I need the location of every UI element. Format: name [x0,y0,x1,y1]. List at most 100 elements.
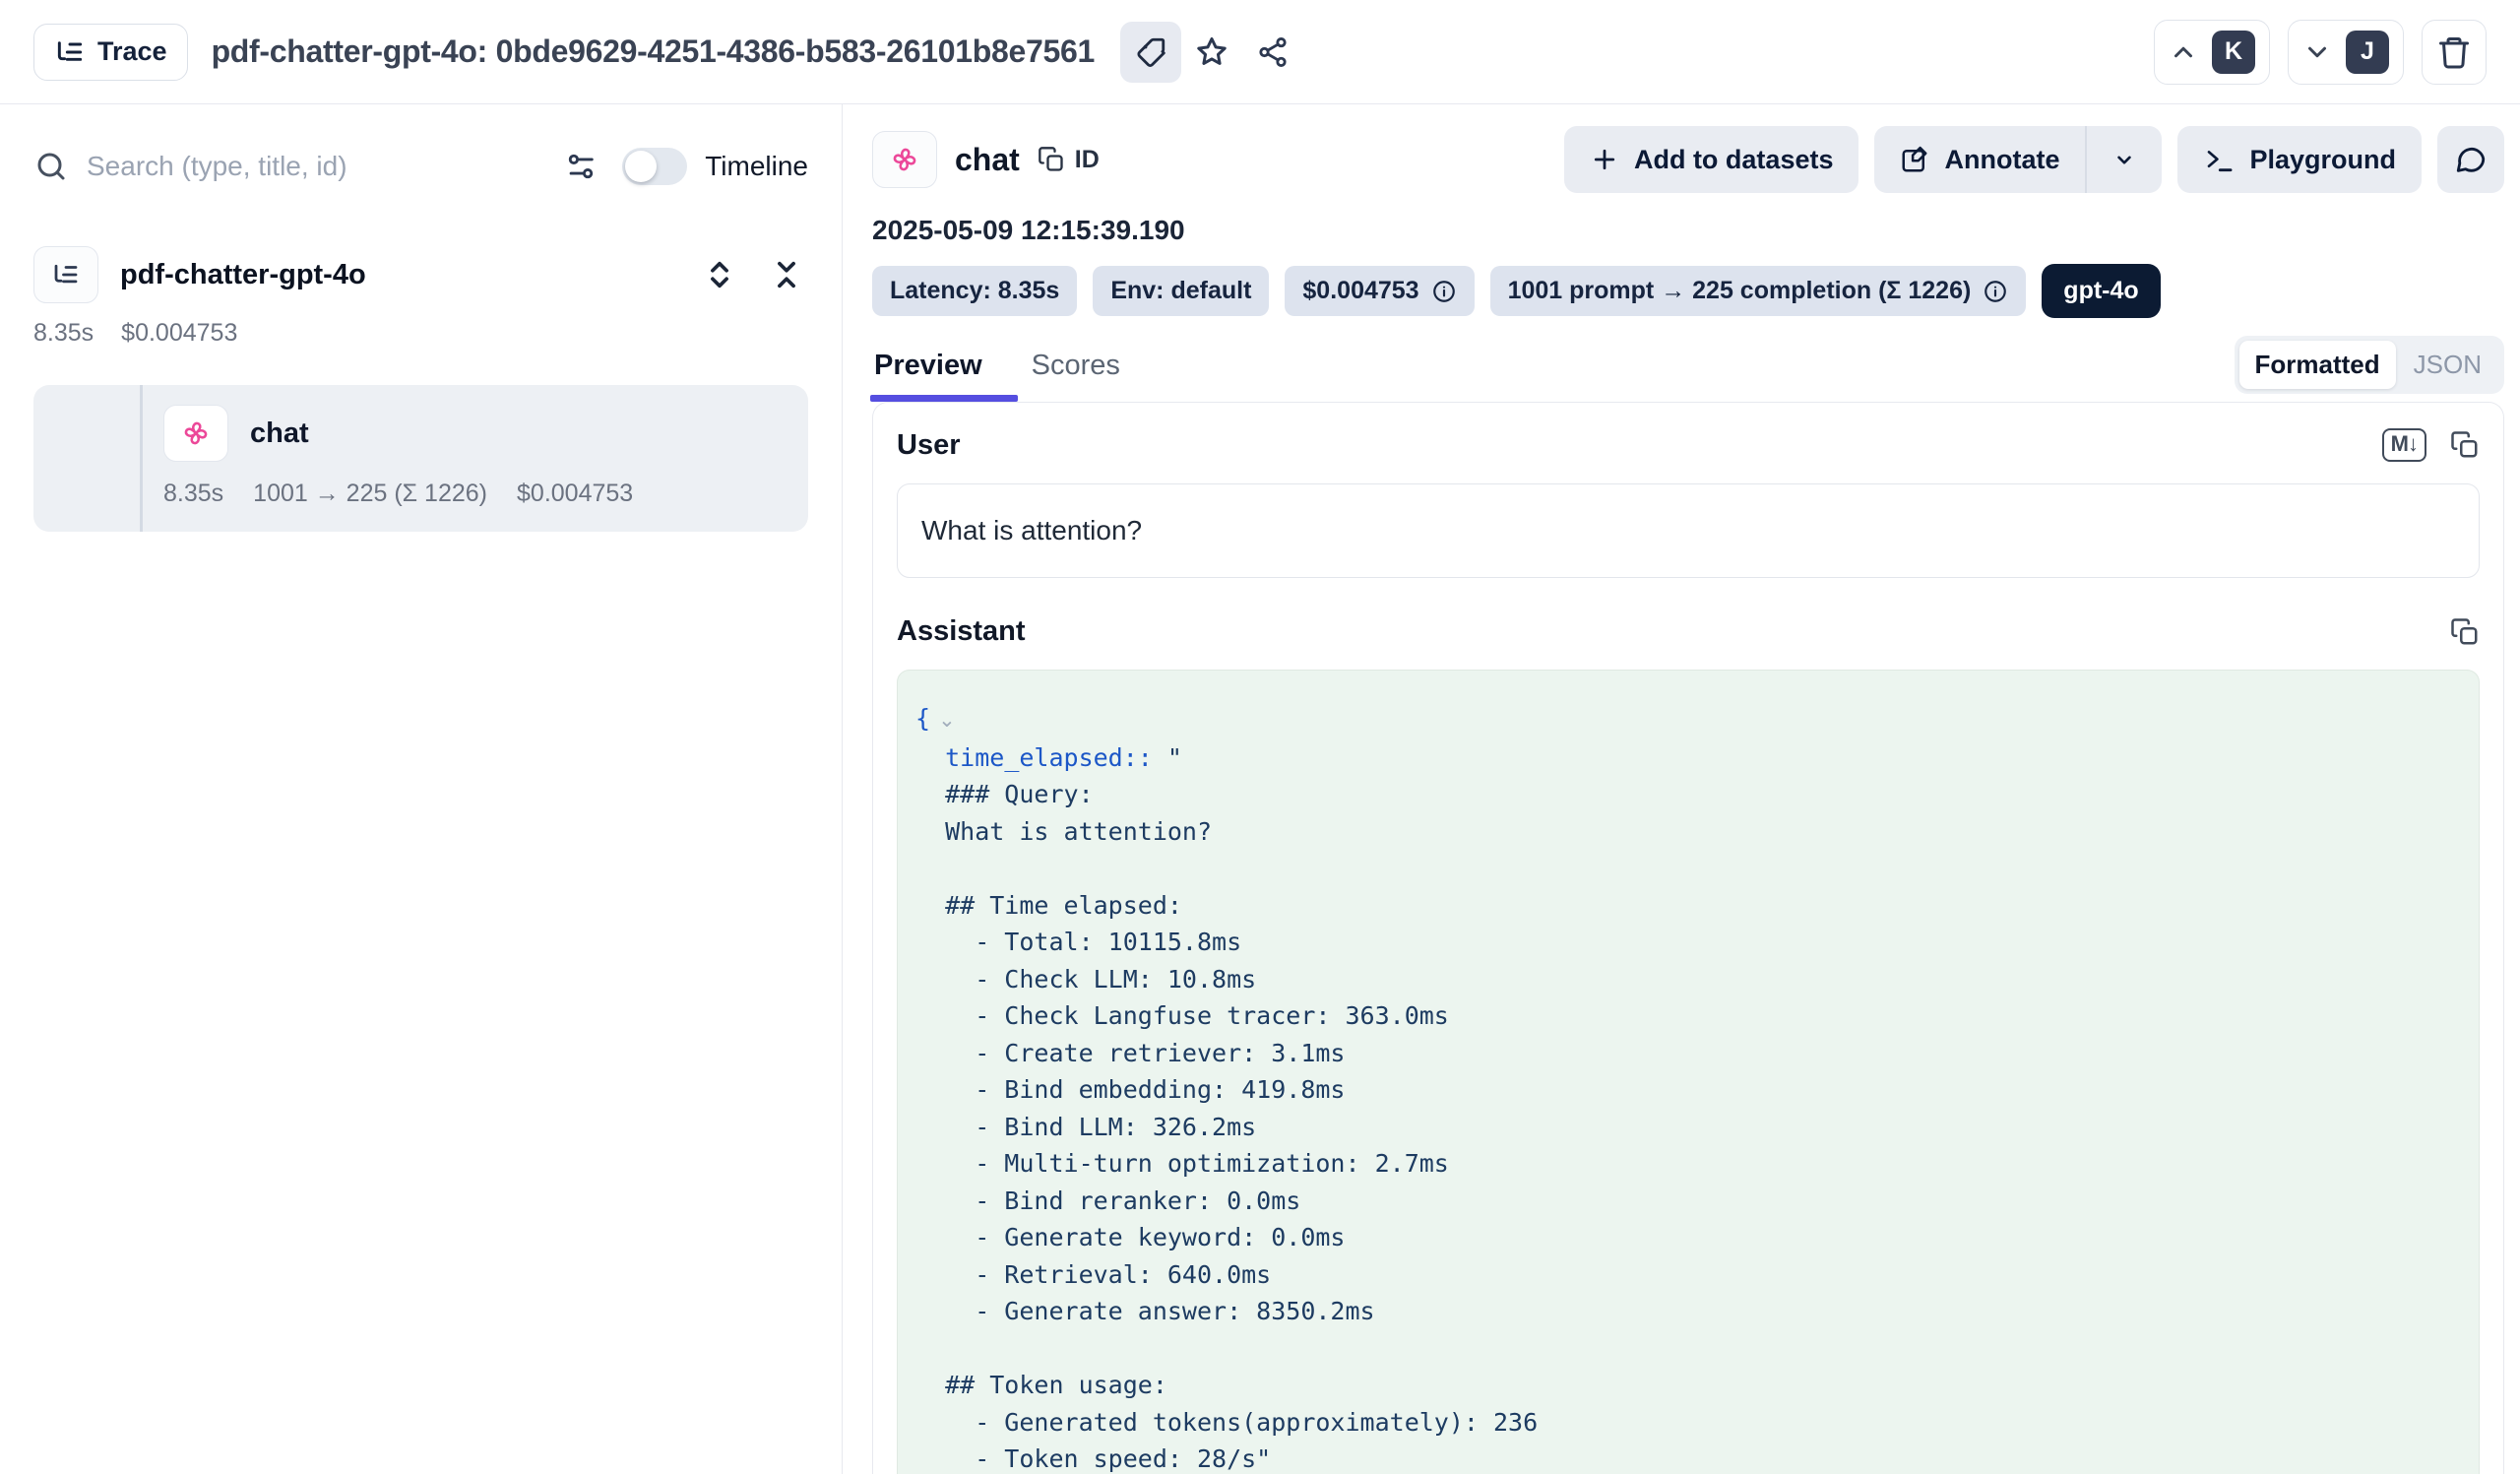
collapse-all-button[interactable] [765,253,808,296]
chevron-up-icon [2169,37,2198,67]
delete-trace-button[interactable] [2422,20,2487,85]
code-line: ### Query: [915,776,2457,813]
assistant-section-header: Assistant [897,615,2480,648]
copy-icon [1038,146,1065,173]
filter-settings-button[interactable] [557,143,604,190]
code-line: - Total: 10115.8ms [915,924,2457,961]
timeline-toggle-label: Timeline [705,151,808,182]
preview-content-panel: User M↓ What is attention? Assistant [872,402,2504,1474]
annotate-label: Annotate [1944,145,2059,175]
generation-node-chip [163,405,228,462]
model-badge[interactable]: gpt-4o [2042,264,2160,318]
tree-fold-controls [698,253,808,296]
tag-icon [1134,35,1167,69]
code-line: - Bind embedding: 419.8ms [915,1071,2457,1109]
copy-button[interactable] [2450,430,2480,460]
observation-title: chat [955,142,1020,178]
observation-detail-panel: chat ID Add to datasets [843,104,2520,1474]
code-line: - Bind reranker: 0.0ms [915,1183,2457,1220]
tab-scores[interactable]: Scores [1030,342,1122,402]
format-toggle-formatted[interactable]: Formatted [2239,341,2396,389]
info-icon [1983,279,2008,304]
add-to-datasets-label: Add to datasets [1634,145,1834,175]
id-label: ID [1075,146,1100,174]
observation-tokens: 1001 → 225 (Σ 1226) [253,480,487,508]
star-icon [1194,34,1229,70]
copy-id-button[interactable]: ID [1038,146,1100,174]
avatar: K [2212,31,2255,74]
chevron-down-icon [2111,147,2137,172]
tags-button[interactable] [1120,22,1181,83]
code-line: - Retrieval: 640.0ms [915,1256,2457,1294]
avatar: J [2346,31,2389,74]
share-button[interactable] [1242,22,1303,83]
trace-chip-label: Trace [97,36,167,67]
trash-icon [2436,34,2472,70]
trace-latency: 8.35s [33,319,94,348]
copy-button[interactable] [2450,617,2480,647]
trace-node-chip [33,246,98,303]
search-row: Timeline [33,128,808,205]
code-line: What is attention? [915,813,2457,851]
user-section-title: User [897,429,961,462]
code-line: - Bind LLM: 326.2ms [915,1109,2457,1146]
code-line: - Generated tokens(approximately): 236 [915,1404,2457,1442]
observation-metrics: 8.35s 1001 → 225 (Σ 1226) $0.004753 [163,480,788,508]
annotate-dropdown-button[interactable] [2087,126,2162,193]
code-line: - Multi-turn optimization: 2.7ms [915,1145,2457,1183]
sliders-icon [564,150,598,183]
comments-button[interactable] [2437,126,2504,193]
format-toggle-json[interactable]: JSON [2396,341,2499,389]
generation-pinwheel-icon [180,417,212,449]
bookmark-button[interactable] [1181,22,1242,83]
observation-cost: $0.004753 [517,480,633,508]
token-usage-badge[interactable]: 1001 prompt → 225 completion (Σ 1226) [1490,266,2027,316]
code-line: - Token speed: 28/s" [915,1441,2457,1474]
search-input[interactable] [87,151,539,182]
annotate-button[interactable]: Annotate [1874,126,2085,193]
markdown-toggle-button[interactable]: M↓ [2382,428,2426,462]
code-line: ## Time elapsed: [915,887,2457,925]
assistant-output-json: {⌄ time_elapsed:: " ### Query: What is a… [897,670,2480,1474]
search-icon [33,149,69,184]
format-toggle: Formatted JSON [2235,336,2504,394]
playground-label: Playground [2249,145,2396,175]
observation-chat-row[interactable]: chat 8.35s 1001 → 225 (Σ 1226) $0.004753 [33,385,808,532]
top-bar: Trace pdf-chatter-gpt-4o: 0bde9629-4251-… [0,0,2520,104]
collapse-node-chevron-icon[interactable]: ⌄ [938,709,956,732]
timeline-toggle[interactable] [622,148,687,185]
trace-metrics: 8.35s $0.004753 [33,319,808,348]
cost-badge[interactable]: $0.004753 [1285,266,1474,316]
topbar-right-actions: K J [2154,20,2487,85]
assistant-section-title: Assistant [897,615,1026,648]
user-message-box: What is attention? [897,483,2480,578]
code-line: - Generate keyword: 0.0ms [915,1219,2457,1256]
trace-tree-sidebar: Timeline pdf-chatter-gpt-4o [0,104,843,1474]
page-title: pdf-chatter-gpt-4o: 0bde9629-4251-4386-b… [212,33,1095,70]
user-message-text: What is attention? [921,515,1142,546]
speech-bubble-icon [2454,143,2488,176]
next-trace-button[interactable]: J [2288,20,2404,85]
environment-badge: Env: default [1093,266,1269,316]
json-viewer: {⌄ time_elapsed:: " ### Query: What is a… [915,700,2457,1474]
previous-trace-button[interactable]: K [2154,20,2270,85]
annotate-split-button: Annotate [1874,126,2162,193]
code-line: - Check LLM: 10.8ms [915,961,2457,998]
trace-cost: $0.004753 [121,319,237,348]
user-section-header: User M↓ [897,428,2480,462]
playground-button[interactable]: Playground [2177,126,2422,193]
expand-all-button[interactable] [698,253,741,296]
code-line: - Check Langfuse tracer: 363.0ms [915,997,2457,1035]
code-line [915,1330,2457,1368]
add-to-datasets-button[interactable]: Add to datasets [1564,126,1859,193]
list-tree-icon [51,260,81,289]
trace-type-chip[interactable]: Trace [33,24,188,81]
code-line: {⌄ [915,700,2457,739]
pencil-square-icon [1900,145,1929,174]
tree-indent-guide [140,385,143,532]
tab-preview[interactable]: Preview [872,342,984,402]
fold-vertical-icon [770,258,803,291]
code-line: time_elapsed:: " [915,739,2457,777]
generation-pinwheel-icon [889,144,920,175]
tree-root-trace[interactable]: pdf-chatter-gpt-4o [33,246,808,303]
